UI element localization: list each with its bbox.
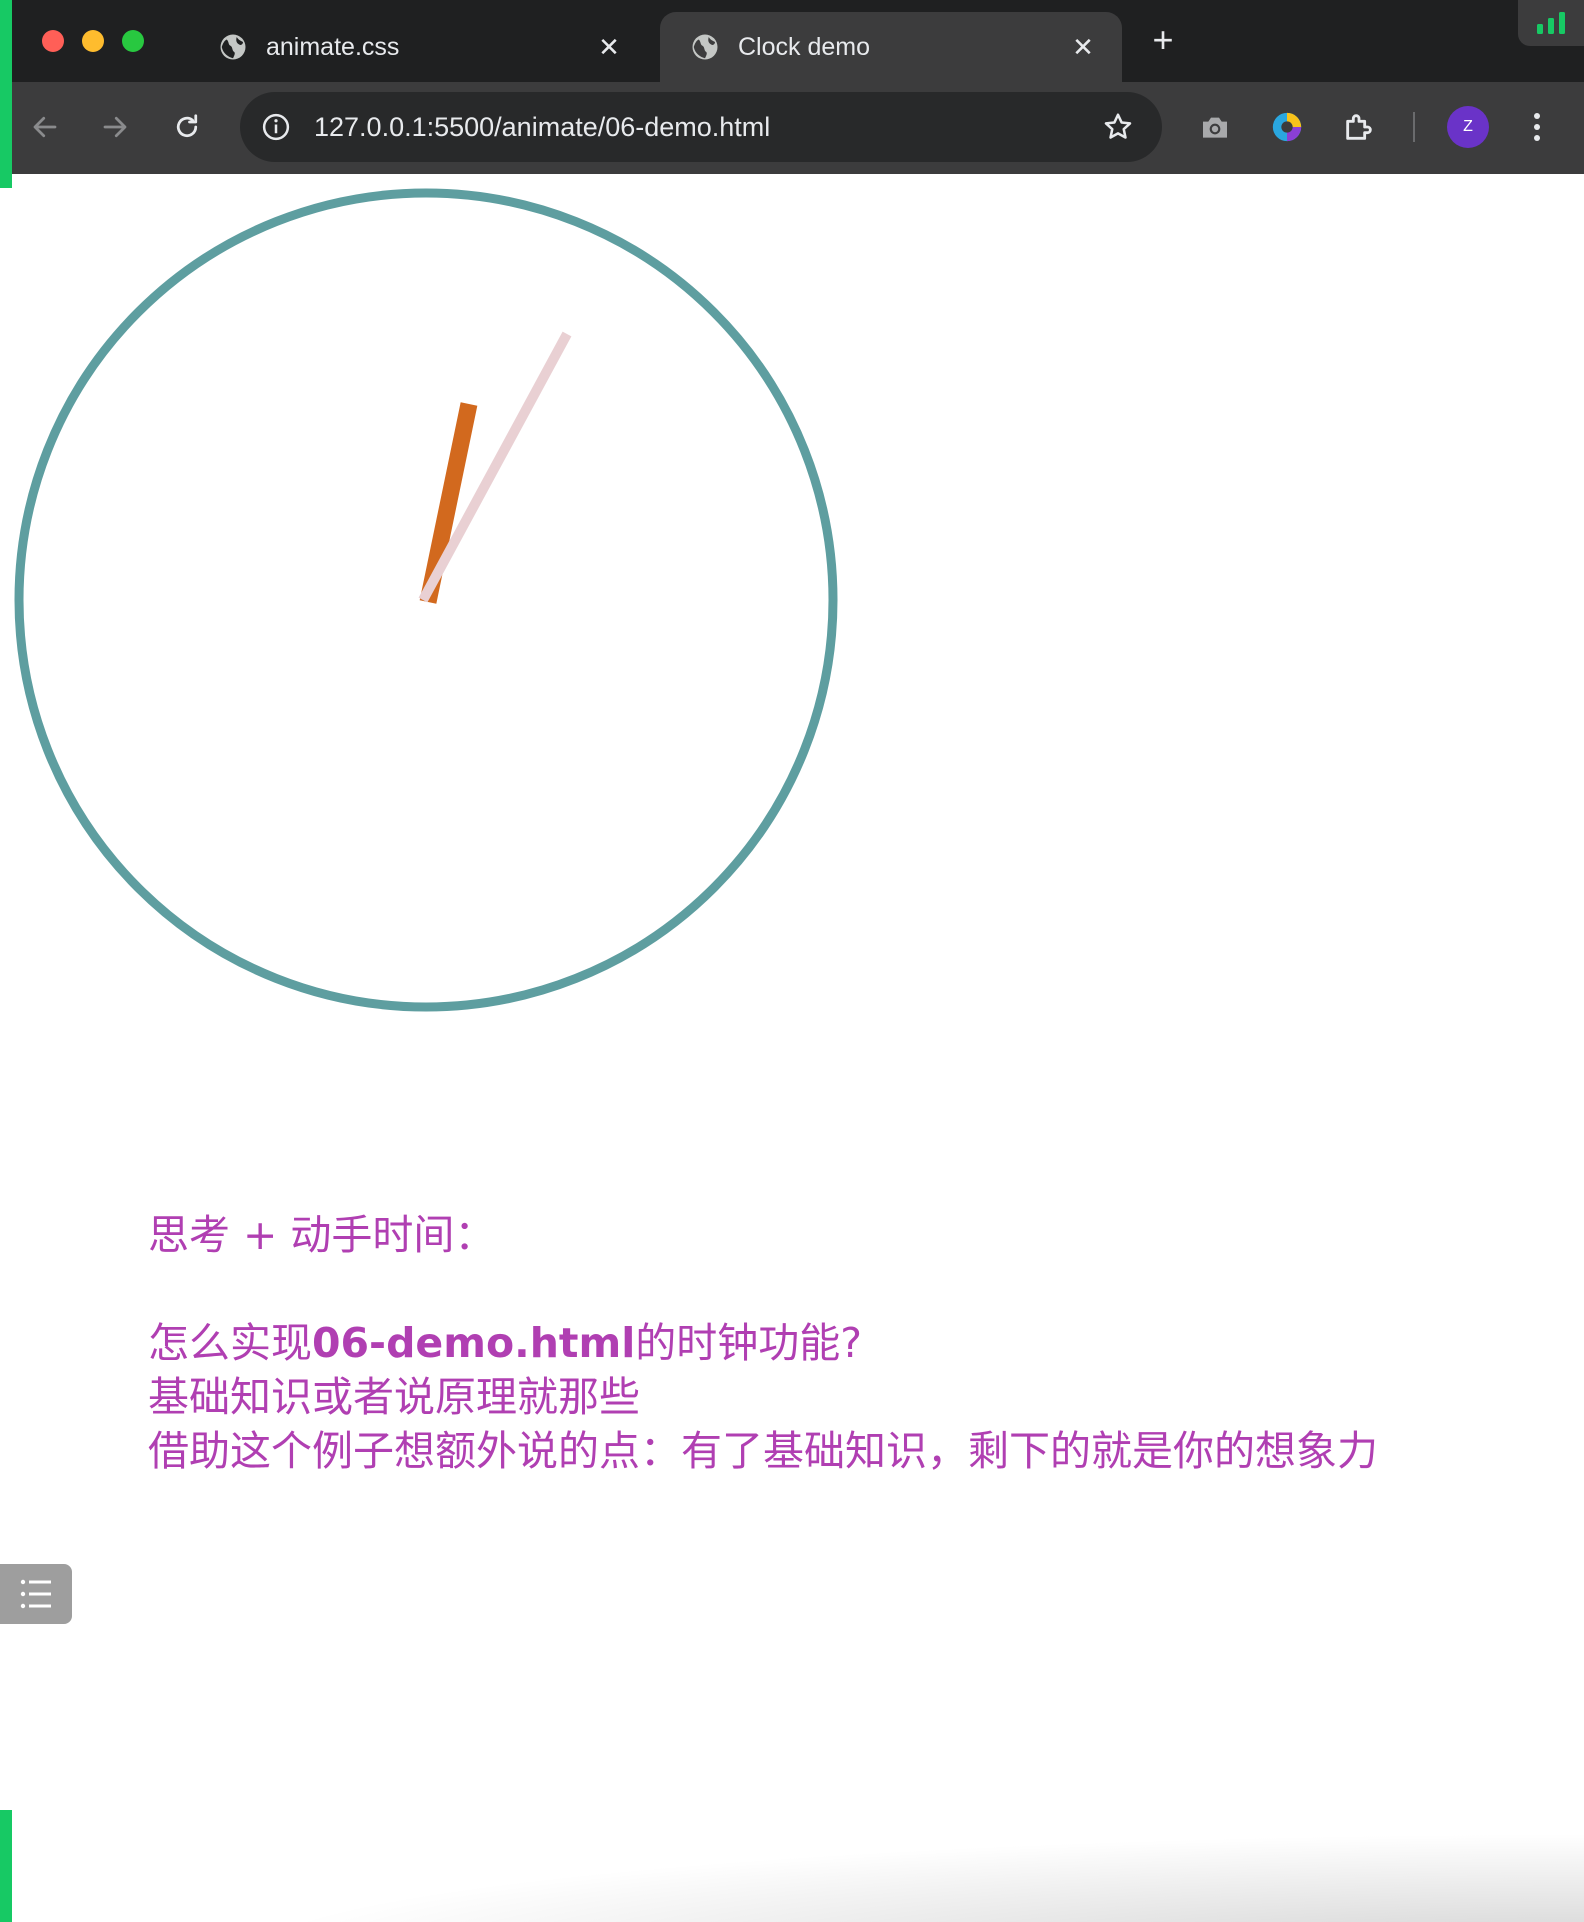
tab-clock-demo[interactable]: Clock demo ✕ [660,12,1122,82]
back-icon [33,116,57,138]
imagination-line: 借助这个例子想额外说的点：有了基础知识，剩下的就是你的想象力 [148,1427,1378,1475]
clock [14,188,838,1012]
question-line: 怎么实现06-demo.html的时钟功能? [148,1316,1378,1370]
basics-line: 基础知识或者说原理就那些 [148,1373,640,1421]
extension-colorful-icon [1272,112,1302,142]
tab-title: animate.css [266,32,400,61]
bar-chart-icon [1537,12,1565,34]
camera-icon [1203,117,1227,138]
puzzle-icon [1346,114,1372,140]
site-info-icon [262,113,290,141]
site-info-button[interactable] [258,109,294,145]
second-hand [418,331,572,603]
address-bar[interactable]: 127.0.0.1:5500/animate/06-demo.html [240,92,1162,162]
close-icon[interactable]: ✕ [1068,32,1098,62]
reload-button[interactable] [164,104,210,150]
url-text[interactable]: 127.0.0.1:5500/animate/06-demo.html [314,92,770,162]
globe-icon [692,34,718,60]
demo-filename: 06-demo.html [312,1319,636,1367]
globe-icon [220,34,246,60]
table-of-contents-button[interactable] [0,1564,72,1624]
stats-extension-button[interactable] [1518,0,1584,46]
tab-animate-css[interactable]: animate.css ✕ [188,12,648,82]
forward-button[interactable] [92,104,138,150]
browser-menu-button[interactable] [1514,104,1560,150]
new-tab-button[interactable]: + [1146,20,1180,60]
forward-icon [103,116,127,138]
colorful-extension-button[interactable] [1264,104,1310,150]
question-prefix: 怎么实现 [148,1319,312,1367]
reload-icon [176,114,198,138]
window-minimize-button[interactable] [82,30,104,52]
profile-avatar[interactable]: Z [1447,106,1489,148]
left-accent-strip [0,0,12,188]
extensions-button[interactable] [1336,104,1382,150]
window-shadow [0,1812,1584,1922]
question-suffix: 的时钟功能? [635,1319,863,1367]
bookmark-star-icon [1104,113,1132,139]
browser-toolbar: 127.0.0.1:5500/animate/06-demo.html Z [0,82,1584,174]
screenshot-button[interactable] [1192,104,1238,150]
bookmark-button[interactable] [1100,109,1136,145]
page-content: 思考 + 动手时间： 怎么实现06-demo.html的时钟功能? 基础知识或者… [148,1208,1378,1478]
more-icon [1534,113,1540,141]
close-icon[interactable]: ✕ [594,32,624,62]
browser-tab-strip: animate.css ✕ Clock demo ✕ + [0,0,1584,82]
back-button[interactable] [22,104,68,150]
window-close-button[interactable] [42,30,64,52]
think-and-do-heading: 思考 + 动手时间： [148,1211,496,1259]
left-accent-strip [0,1810,12,1922]
toolbar-separator [1413,112,1415,142]
list-icon [20,1579,51,1609]
window-maximize-button[interactable] [122,30,144,52]
tab-title: Clock demo [738,32,870,61]
